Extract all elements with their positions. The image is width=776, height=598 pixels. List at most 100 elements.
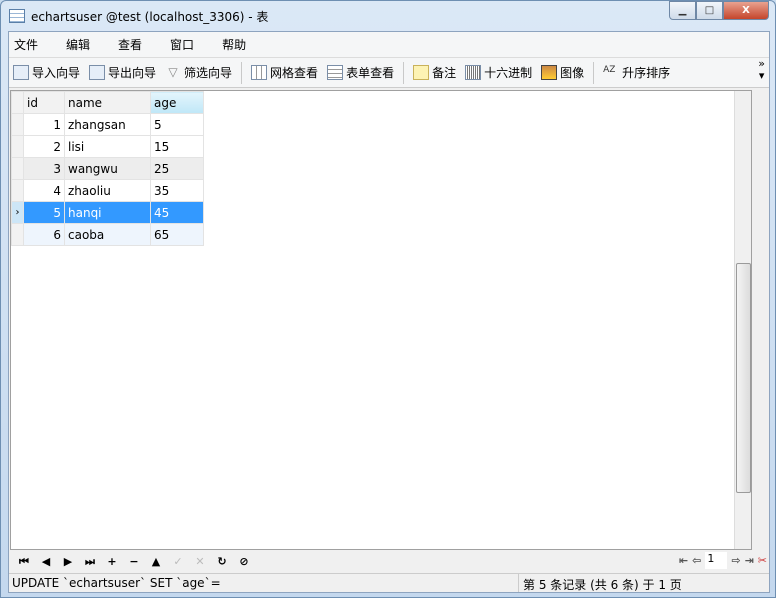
label: 备注 [432,66,457,80]
cell-name[interactable]: zhaoliu [64,179,151,202]
label: 表单查看 [346,66,395,80]
first-page-button[interactable]: ⇤ [679,554,688,567]
column-header-id[interactable]: id [23,91,65,114]
label: 网格查看 [270,66,319,80]
menu-help[interactable]: 帮助 [222,36,246,53]
menu-view[interactable]: 查看 [118,36,142,53]
export-wizard-icon [89,65,106,80]
row-indicator[interactable] [11,223,24,246]
first-record-button[interactable]: ⏮ [13,555,35,569]
filter-wizard-button[interactable]: ▽ 筛选向导 [165,64,232,81]
toolbar: 导入向导 导出向导 ▽ 筛选向导 网格查看 表单查看 备注 十六进制 图像 AZ 升… [9,58,769,88]
record-navigation-bar: ⏮ ◀ ▶ ⏭ + − ▲ ✓ ✕ ↻ ⊘ ⇤ ⇦ 1 ⇨ ⇥ ✂ [9,550,769,573]
status-bar: UPDATE `echartsuser` SET `age`= 第 5 条记录 … [9,573,769,592]
hex-button[interactable]: 十六进制 [465,64,532,81]
edit-up-button[interactable]: ▲ [145,555,167,568]
separator [403,61,405,84]
row-indicator[interactable] [11,113,24,136]
table-row[interactable]: 2 lisi 15 [11,135,204,158]
import-wizard-icon [13,65,29,80]
next-page-button[interactable]: ⇨ [731,554,740,567]
prev-page-button[interactable]: ⇦ [692,554,701,567]
image-icon [541,65,558,80]
scrollbar-thumb[interactable] [736,263,751,493]
grid-view-button[interactable]: 网格查看 [251,64,318,81]
row-indicator[interactable] [11,135,24,158]
image-button[interactable]: 图像 [541,64,584,81]
cell-age[interactable]: 25 [150,157,204,180]
hex-icon [465,65,482,80]
window-title: echartsuser @test (localhost_3306) - 表 [31,9,269,24]
menu-window[interactable]: 窗口 [170,36,194,53]
separator [241,61,243,84]
discard-changes-button[interactable]: ✕ [189,555,211,568]
header-row: id name age [11,91,204,114]
separator [593,61,595,84]
more-icon: » [758,57,765,70]
stop-button[interactable]: ⊘ [233,555,255,568]
cell-id[interactable]: 6 [23,223,65,246]
status-sql: UPDATE `echartsuser` SET `age`= [9,574,519,592]
cell-name[interactable]: hanqi [64,201,151,224]
cell-name[interactable]: wangwu [64,157,151,180]
cell-id[interactable]: 2 [23,135,65,158]
refresh-button[interactable]: ↻ [211,555,233,568]
row-indicator-header [11,91,24,114]
cell-age[interactable]: 45 [150,201,204,224]
memo-button[interactable]: 备注 [413,64,456,81]
row-indicator[interactable] [11,157,24,180]
table-row-selected[interactable]: › 5 hanqi 45 [11,201,204,224]
cell-age[interactable]: 5 [150,113,204,136]
settings-tools-icon[interactable]: ✂ [758,554,767,567]
minimize-button[interactable]: ▁ [669,1,696,20]
cell-age[interactable]: 15 [150,135,204,158]
table-row[interactable]: 3 wangwu 25 [11,157,204,180]
cell-id[interactable]: 3 [23,157,65,180]
current-row-indicator-icon[interactable]: › [11,201,24,224]
grid-view-icon [251,65,268,80]
page-number-input[interactable]: 1 [705,552,728,569]
apply-changes-button[interactable]: ✓ [167,555,189,568]
label: 图像 [560,66,585,80]
label: 导出向导 [108,66,157,80]
title-bar: echartsuser @test (localhost_3306) - 表 [9,6,268,26]
menu-edit[interactable]: 编辑 [66,36,90,53]
import-wizard-button[interactable]: 导入向导 [13,64,80,81]
cell-id[interactable]: 4 [23,179,65,202]
prev-record-button[interactable]: ◀ [35,555,57,568]
cell-name[interactable]: lisi [64,135,151,158]
column-header-name[interactable]: name [64,91,151,114]
add-record-button[interactable]: + [101,555,123,568]
maximize-button[interactable]: □ [696,1,723,20]
label: 导入向导 [32,66,81,80]
menu-bar: 文件 编辑 查看 窗口 帮助 [9,32,769,58]
status-record-info: 第 5 条记录 (共 6 条) 于 1 页 [523,578,682,592]
toolbar-overflow-button[interactable]: » ▾ [758,58,765,82]
data-grid: id name age 1 zhangsan 5 2 lisi 15 3 wangwu 25… [10,90,752,550]
label: 十六进制 [484,66,533,80]
filter-icon: ▽ [168,65,178,79]
export-wizard-button[interactable]: 导出向导 [89,64,156,81]
vertical-scrollbar[interactable] [734,91,751,549]
row-indicator[interactable] [11,179,24,202]
form-view-button[interactable]: 表单查看 [327,64,394,81]
table-row[interactable]: 1 zhangsan 5 [11,113,204,136]
cell-age[interactable]: 65 [150,223,204,246]
next-record-button[interactable]: ▶ [57,555,79,568]
column-header-age[interactable]: age [150,91,204,114]
last-page-button[interactable]: ⇥ [745,554,754,567]
cell-id[interactable]: 5 [23,201,65,224]
close-button[interactable]: X [723,1,769,20]
table-row[interactable]: 4 zhaoliu 35 [11,179,204,202]
label: 筛选向导 [184,66,233,80]
cell-name[interactable]: caoba [64,223,151,246]
cell-age[interactable]: 35 [150,179,204,202]
label: 升序排序 [622,66,671,80]
table-row[interactable]: 6 caoba 65 [11,223,204,246]
last-record-button[interactable]: ⏭ [79,555,101,569]
cell-name[interactable]: zhangsan [64,113,151,136]
delete-record-button[interactable]: − [123,555,145,568]
sort-ascending-button[interactable]: AZ 升序排序 [603,64,670,81]
cell-id[interactable]: 1 [23,113,65,136]
menu-file[interactable]: 文件 [14,36,38,53]
